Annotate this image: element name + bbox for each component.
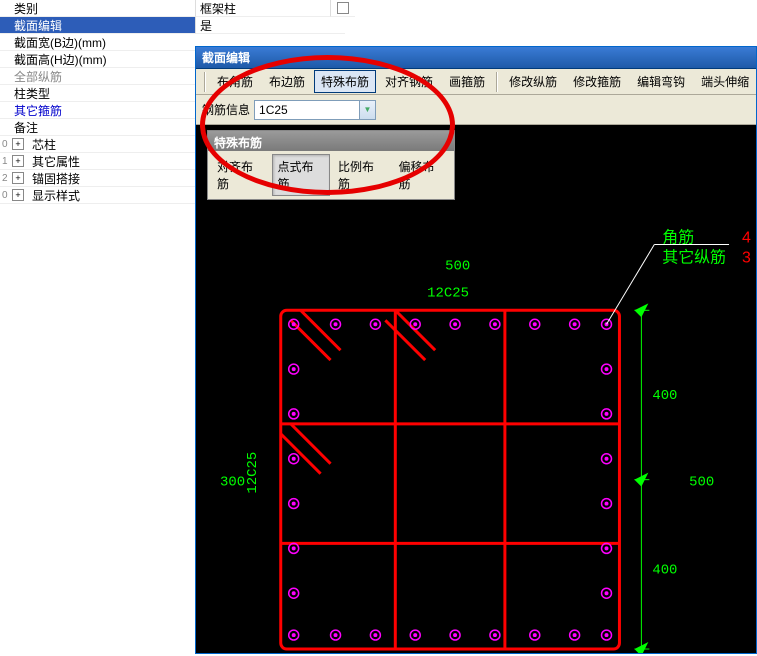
special-rebar-popup: 特殊布筋 对齐布筋 点式布筋 比例布筋 偏移布筋: [207, 130, 455, 200]
popup-btn-point[interactable]: 点式布筋: [272, 154, 331, 196]
line-num: 1: [2, 156, 12, 167]
expand-icon[interactable]: +: [12, 155, 24, 167]
tree-row-height-h[interactable]: 截面高(H边)(mm): [0, 51, 195, 68]
editor-toolbar2: 钢筋信息 1C25 ▼: [196, 95, 756, 125]
tb-edge-rebar[interactable]: 布边筋: [262, 70, 312, 93]
hook: [291, 424, 331, 464]
tb-modify-stirrup[interactable]: 修改箍筋: [566, 70, 628, 93]
tree-row-remark[interactable]: 备注: [0, 119, 195, 136]
dim-300: 300: [220, 475, 245, 491]
popup-btn-offset[interactable]: 偏移布筋: [393, 154, 452, 196]
outer-stirrup: [281, 310, 620, 649]
tb-align-rebar[interactable]: 对齐钢筋: [378, 70, 440, 93]
tree-row-all-rebar[interactable]: 全部纵筋: [0, 68, 195, 85]
toolbar-sep: [204, 72, 206, 92]
reinf-label: 钢筋信息: [202, 101, 250, 118]
anno-other: 其它纵筋: [662, 248, 726, 266]
tree-row-other-attr[interactable]: 1+其它属性: [0, 153, 195, 170]
tree-row-col-type[interactable]: 柱类型: [0, 85, 195, 102]
line-num: 2: [2, 173, 12, 184]
reinf-combo[interactable]: 1C25 ▼: [254, 100, 376, 120]
tb-edit-hook[interactable]: 编辑弯钩: [630, 70, 692, 93]
cad-viewport[interactable]: 500: [196, 125, 756, 653]
tb-corner-rebar[interactable]: 布角筋: [210, 70, 260, 93]
label-top: 12C25: [427, 285, 469, 301]
tb-modify-long[interactable]: 修改纵筋: [502, 70, 564, 93]
tb-end-extend[interactable]: 端头伸缩: [694, 70, 756, 93]
popup-btn-align[interactable]: 对齐布筋: [211, 154, 270, 196]
checkbox-column: [330, 0, 355, 17]
rebar-dots: [289, 319, 612, 640]
anno-3: 3: [742, 249, 751, 266]
toolbar-sep: [496, 72, 498, 92]
property-tree: 类别 截面编辑 截面宽(B边)(mm) 截面高(H边)(mm) 全部纵筋 柱类型…: [0, 0, 195, 204]
value-section-edit[interactable]: 是: [195, 17, 345, 34]
editor-title: 截面编辑: [196, 47, 756, 69]
hook: [281, 434, 321, 474]
dim-right-500: 500: [689, 475, 714, 491]
popup-body: 对齐布筋 点式布筋 比例布筋 偏移布筋: [208, 151, 454, 199]
tree-row-core-col[interactable]: 0+芯柱: [0, 136, 195, 153]
dim-right-1: 400: [652, 388, 677, 404]
popup-title: 特殊布筋: [208, 131, 454, 151]
hook: [395, 310, 435, 350]
value-column: 框架柱 是: [195, 0, 345, 34]
hook: [301, 310, 341, 350]
tree-row-display-style[interactable]: 0+显示样式: [0, 187, 195, 204]
checkbox-cell: [330, 0, 355, 17]
tree-row-section-edit[interactable]: 截面编辑: [0, 17, 195, 34]
tree-row-other-stirrup[interactable]: 其它箍筋: [0, 102, 195, 119]
expand-icon[interactable]: +: [12, 172, 24, 184]
tree-row-width-b[interactable]: 截面宽(B边)(mm): [0, 34, 195, 51]
label-side: 12C25: [245, 452, 261, 494]
line-num: 0: [2, 139, 12, 150]
anno-corner: 角筋: [662, 229, 694, 247]
tree-row-anchor[interactable]: 2+锚固搭接: [0, 170, 195, 187]
dim-right-2: 400: [652, 562, 677, 578]
popup-btn-ratio[interactable]: 比例布筋: [332, 154, 391, 196]
hook: [291, 320, 331, 360]
reinf-value: 1C25: [259, 103, 288, 117]
value-category[interactable]: 框架柱: [195, 0, 345, 17]
editor-toolbar: 布角筋 布边筋 特殊布筋 对齐钢筋 画箍筋 修改纵筋 修改箍筋 编辑弯钩 端头伸…: [196, 69, 756, 95]
tb-draw-stirrup[interactable]: 画箍筋: [442, 70, 492, 93]
cad-drawing: 500: [196, 125, 756, 653]
checkbox[interactable]: [337, 2, 349, 14]
tb-special-rebar[interactable]: 特殊布筋: [314, 70, 376, 93]
tree-row-category[interactable]: 类别: [0, 0, 195, 17]
anno-4: 4: [742, 230, 751, 247]
dim-500-top: 500: [445, 258, 470, 274]
expand-icon[interactable]: +: [12, 189, 24, 201]
line-num: 0: [2, 190, 12, 201]
dropdown-icon[interactable]: ▼: [359, 101, 375, 119]
expand-icon[interactable]: +: [12, 138, 24, 150]
